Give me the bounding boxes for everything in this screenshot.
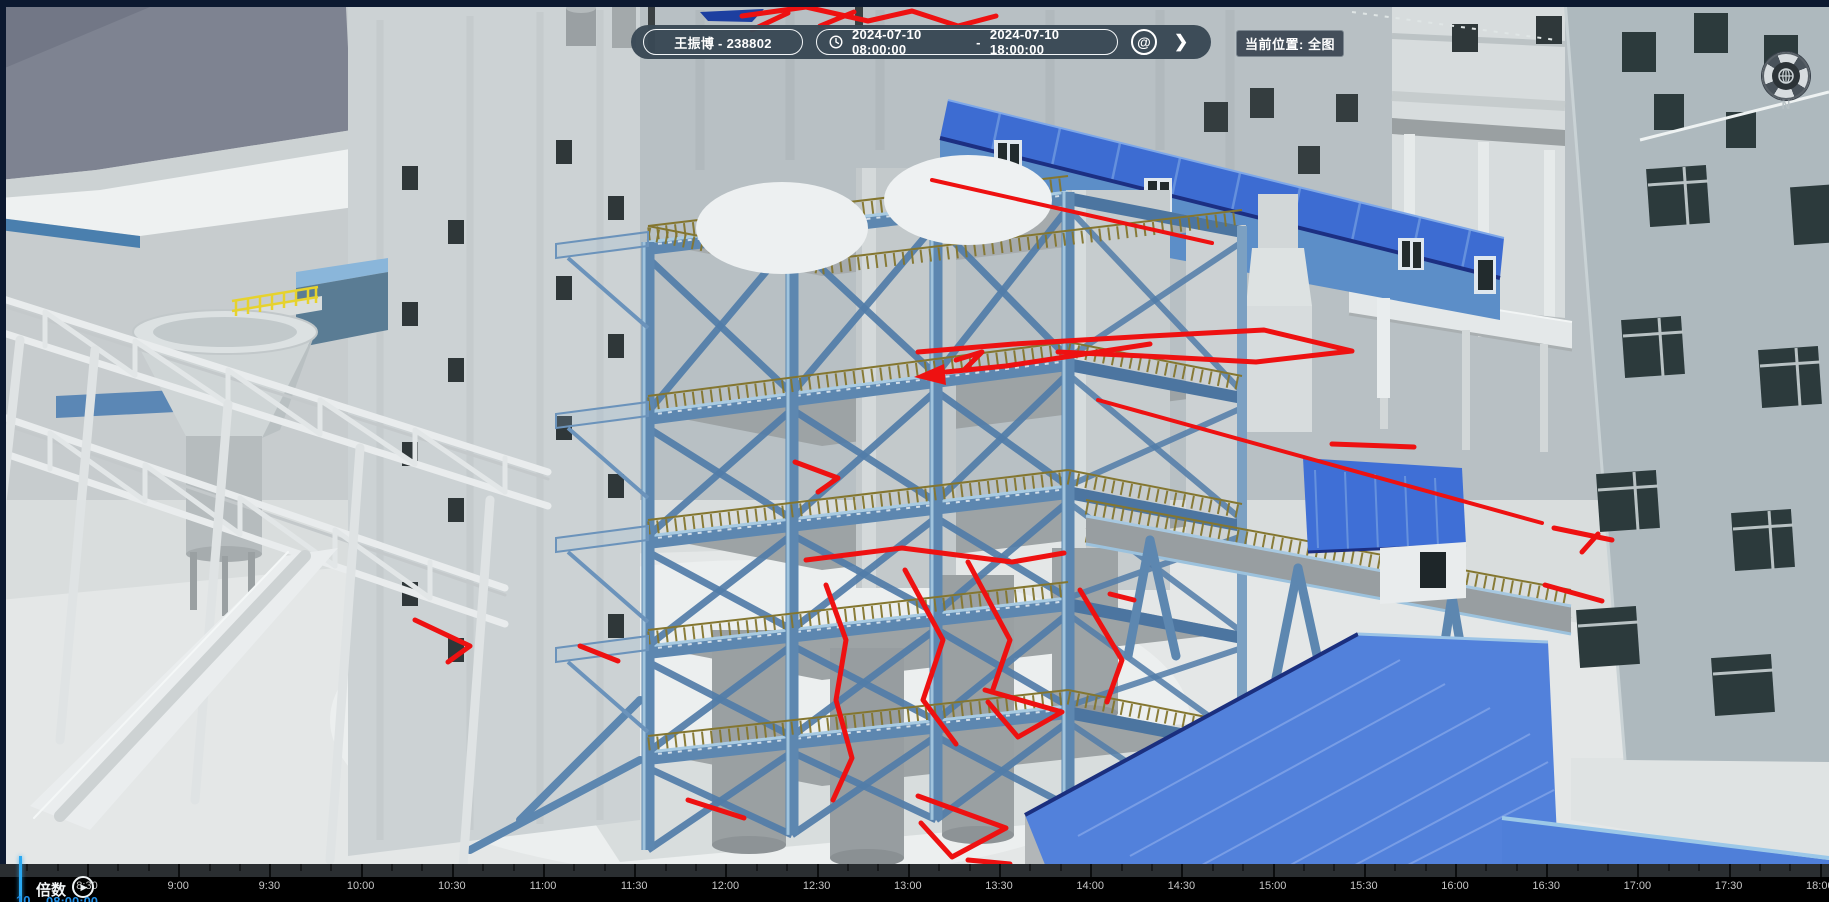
time-end: 2024-07-10 18:00:00 (990, 27, 1105, 57)
timeline-tick (634, 864, 636, 877)
timeline-tick-label: 16:00 (1441, 880, 1469, 892)
plant-3d-scene[interactable] (0, 0, 1829, 902)
timeline-tick (969, 864, 971, 871)
timeline-tick (908, 864, 910, 877)
timeline-tick (1333, 864, 1335, 871)
timeline-tick (695, 864, 697, 871)
view-compass[interactable]: N (1762, 52, 1810, 100)
timeline-tick (999, 864, 1001, 877)
timeline-tick-label: 10:00 (347, 880, 375, 892)
timeline-tick (148, 864, 150, 871)
compass-north-label: N (1762, 98, 1810, 112)
timeline-tick (1303, 864, 1305, 871)
timeline-tick (1759, 864, 1761, 871)
timeline-tick-label: 12:30 (803, 880, 831, 892)
chevron-right-icon: ❯ (1174, 32, 1188, 51)
timeline-tick (938, 864, 940, 871)
play-icon: ▶ (81, 882, 88, 893)
timeline-tick (1698, 864, 1700, 871)
timeline-tick-label: 15:30 (1350, 880, 1378, 892)
timeline-tick (847, 864, 849, 871)
person-selector[interactable]: 王振博 - 238802 (643, 29, 803, 55)
speed-value[interactable]: 10 (16, 893, 30, 902)
timeline-tick-label: 14:30 (1168, 880, 1196, 892)
timeline-tick-label: 16:30 (1532, 880, 1560, 892)
top-toolbar: 王振博 - 238802 2024-07-10 08:00:00 - 2024-… (631, 25, 1211, 59)
time-range-picker[interactable]: 2024-07-10 08:00:00 - 2024-07-10 18:00:0… (816, 29, 1118, 55)
timeline-tick-label: 11:00 (530, 880, 557, 892)
timeline-tick (421, 864, 423, 871)
playback-controls: 倍数 ▶ 10 08:00:00 (0, 874, 300, 902)
time-separator: - (976, 35, 981, 50)
timeline-tick (786, 864, 788, 871)
timeline-tick (1516, 864, 1518, 871)
timeline-tick (756, 864, 758, 871)
timeline-tick (1546, 864, 1548, 877)
timeline-tick (1485, 864, 1487, 871)
timeline-tick-label: 10:30 (438, 880, 466, 892)
timeline-tick (209, 864, 211, 871)
timeline-tick (1151, 864, 1153, 871)
timeline-tick (1090, 864, 1092, 877)
timeline-tick (1181, 864, 1183, 877)
person-label: 王振博 - 238802 (674, 33, 772, 52)
timeline-tick (1668, 864, 1670, 871)
timeline-tick-label: 17:00 (1624, 880, 1652, 892)
timeline-tick (1394, 864, 1396, 871)
locate-button[interactable]: @ (1131, 29, 1157, 55)
timeline-tick (665, 864, 667, 871)
timeline-tick (1242, 864, 1244, 871)
timeline-tick (1607, 864, 1609, 871)
timeline-tick (1425, 864, 1427, 871)
timeline-tick (239, 864, 241, 871)
timeline-tick (1212, 864, 1214, 871)
timeline-tick-label: 17:30 (1715, 880, 1743, 892)
current-location-badge: 当前位置: 全图 (1236, 30, 1344, 57)
timeline-tick (57, 864, 59, 871)
timeline-tick (1273, 864, 1275, 877)
timeline-tick (513, 864, 515, 871)
timeline-tick (1455, 864, 1457, 877)
timeline-tick (1364, 864, 1366, 877)
timeline-tick (26, 864, 28, 871)
timeline-tick (573, 864, 575, 871)
timeline-tick-label: 12:00 (712, 880, 740, 892)
timeline-tick (391, 864, 393, 871)
timeline-tick (604, 864, 606, 871)
timeline-tick (725, 864, 727, 877)
timeline-tick (452, 864, 454, 877)
timeline-tick (1029, 864, 1031, 871)
timeline-tick-label: 11:30 (621, 880, 648, 892)
timeline-tick-label: 14:00 (1076, 880, 1104, 892)
right-building (1565, 0, 1829, 762)
timeline-tick-label: 13:00 (894, 880, 922, 892)
timeline-tick (482, 864, 484, 871)
timeline-tick (1729, 864, 1731, 877)
current-time: 08:00:00 (46, 894, 98, 902)
locate-icon: @ (1137, 34, 1151, 50)
timeline-tick (1577, 864, 1579, 871)
timeline-tick (1637, 864, 1639, 877)
app-viewport: 王振博 - 238802 2024-07-10 08:00:00 - 2024-… (0, 0, 1829, 902)
clock-icon (829, 35, 843, 49)
time-start: 2024-07-10 08:00:00 (852, 27, 967, 57)
timeline-tick-label: 18:00 (1806, 880, 1829, 892)
timeline-tick (1121, 864, 1123, 871)
timeline-tick (1820, 864, 1822, 877)
timeline-tick (1789, 864, 1791, 871)
timeline-tick (877, 864, 879, 871)
timeline-tick (330, 864, 332, 871)
slate-roof-plane (0, 7, 362, 248)
timeline-tick (117, 864, 119, 871)
next-button[interactable]: ❯ (1172, 32, 1190, 52)
timeline-tick (300, 864, 302, 871)
compass-globe-icon (1772, 62, 1800, 90)
timeline-tick (1060, 864, 1062, 871)
timeline-tick (817, 864, 819, 877)
timeline-tick (361, 864, 363, 877)
timeline-tick-label: 13:30 (985, 880, 1013, 892)
timeline-tick (543, 864, 545, 877)
timeline-tick-label: 15:00 (1259, 880, 1287, 892)
